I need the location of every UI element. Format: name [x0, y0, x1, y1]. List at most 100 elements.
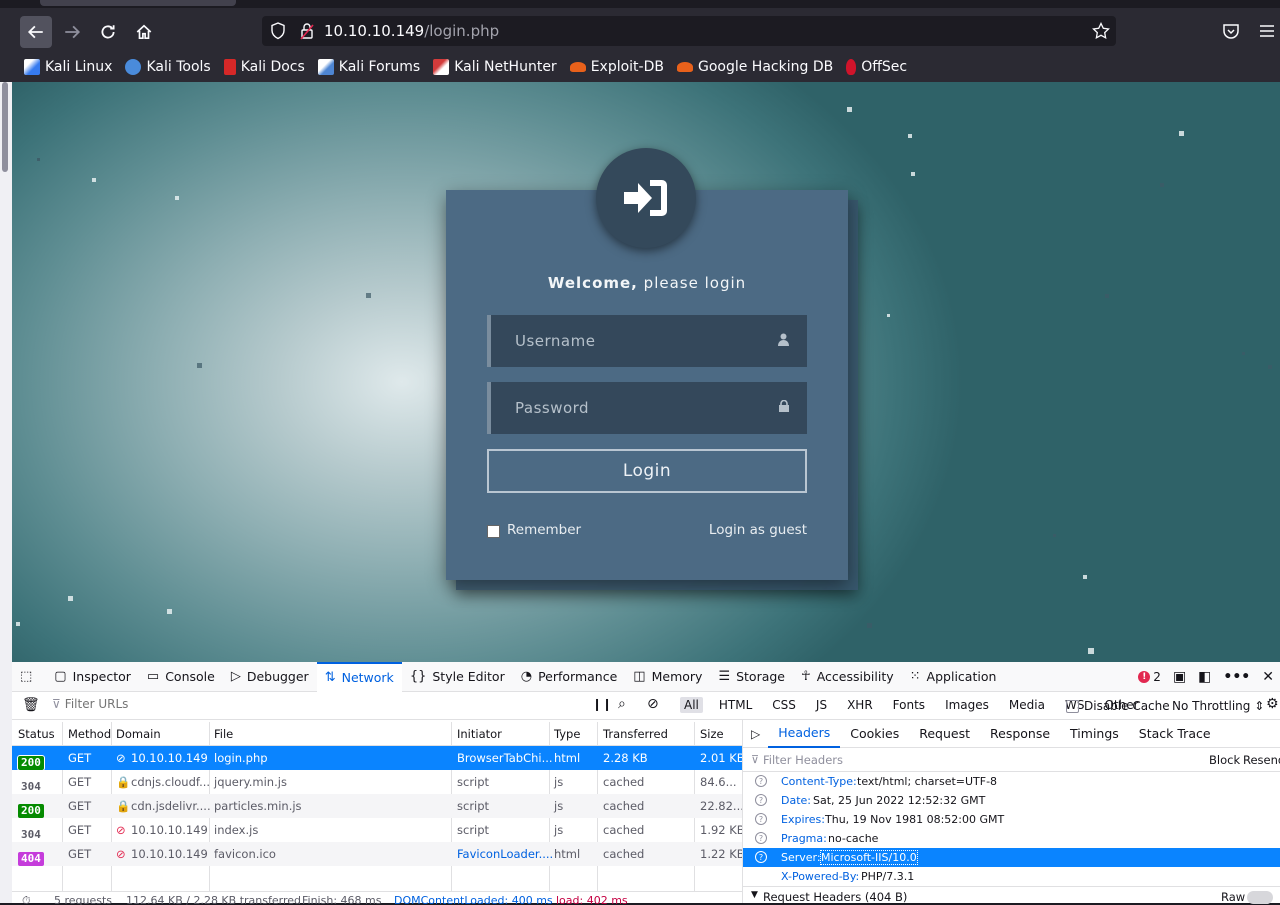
- tab-console[interactable]: ▭ Console: [139, 662, 223, 692]
- request-row[interactable]: 200 GET 🔒 cdn.jsdelivr.... particles.min…: [12, 794, 744, 818]
- block-button[interactable]: Block: [1209, 753, 1240, 767]
- block-icon[interactable]: ⊘: [647, 696, 659, 712]
- username-field[interactable]: [487, 315, 807, 367]
- col-size[interactable]: Size: [700, 727, 724, 741]
- settings-gear-icon[interactable]: ⚙: [1266, 696, 1279, 712]
- tab-request[interactable]: Request: [909, 720, 980, 748]
- filter-urls[interactable]: ⊽: [52, 697, 225, 711]
- bookmark-kali-tools[interactable]: Kali Tools: [125, 59, 211, 75]
- bookmark-offsec[interactable]: OffSec: [846, 59, 907, 75]
- checkbox[interactable]: [487, 525, 500, 538]
- url-text[interactable]: 10.10.10.149/login.php: [324, 22, 499, 40]
- tab-storage[interactable]: ☰ Storage: [710, 662, 793, 692]
- tab-style-editor[interactable]: {} Style Editor: [402, 662, 513, 692]
- col-initiator[interactable]: Initiator: [457, 727, 502, 741]
- col-transferred[interactable]: Transferred: [603, 727, 668, 741]
- filter-media[interactable]: Media: [1005, 697, 1049, 713]
- tab-accessibility[interactable]: ☥ Accessibility: [793, 662, 902, 692]
- bookmark-google-hacking-db[interactable]: Google Hacking DB: [676, 59, 833, 75]
- bookmark-exploit-db[interactable]: Exploit-DB: [569, 59, 664, 75]
- url-bar[interactable]: 10.10.10.149/login.php: [262, 16, 1116, 46]
- request-row[interactable]: 404 GET ⊘ 10.10.10.149 favicon.ico Favic…: [12, 842, 745, 866]
- col-type[interactable]: Type: [554, 727, 580, 741]
- bookmark-kali-docs[interactable]: Kali Docs: [223, 59, 305, 75]
- tab-stack-trace[interactable]: Stack Trace: [1129, 720, 1221, 748]
- tab-debugger[interactable]: ▷ Debugger: [223, 662, 317, 692]
- sidebar-scrollbar[interactable]: [0, 82, 12, 903]
- scrollbar-thumb[interactable]: [2, 82, 8, 172]
- checkbox[interactable]: [1066, 699, 1079, 713]
- home-button[interactable]: [128, 16, 160, 48]
- login-as-guest-link[interactable]: Login as guest: [672, 522, 807, 538]
- filter-urls-input[interactable]: [64, 697, 225, 711]
- tab-cookies[interactable]: Cookies: [840, 720, 909, 748]
- help-icon[interactable]: ?: [755, 813, 767, 825]
- filter-css[interactable]: CSS: [768, 697, 800, 713]
- hamburger-menu-icon[interactable]: [1258, 22, 1276, 40]
- password-input[interactable]: [491, 382, 807, 434]
- login-button[interactable]: Login: [487, 449, 807, 493]
- response-header-row-selected[interactable]: ? Server: Microsoft-IIS/10.0: [743, 848, 1280, 867]
- help-icon[interactable]: ?: [755, 832, 767, 844]
- more-options-icon[interactable]: •••: [1223, 669, 1250, 685]
- bookmark-kali-forums[interactable]: Kali Forums: [317, 59, 420, 75]
- back-button[interactable]: [20, 16, 52, 48]
- password-field[interactable]: [487, 382, 807, 434]
- filter-xhr[interactable]: XHR: [843, 697, 877, 713]
- response-header-row[interactable]: ? Content-Type: text/html; charset=UTF-8: [743, 772, 1280, 791]
- col-domain[interactable]: Domain: [116, 727, 161, 741]
- filter-fonts[interactable]: Fonts: [889, 697, 929, 713]
- request-initiator[interactable]: FaviconLoader....: [457, 847, 553, 861]
- response-header-row[interactable]: ? Pragma: no-cache: [743, 829, 1280, 848]
- toggle-sidebar-icon[interactable]: ▷: [743, 727, 768, 741]
- request-headers-section[interactable]: ▼ Request Headers (404 B) Raw: [743, 886, 1280, 904]
- col-file[interactable]: File: [214, 727, 233, 741]
- active-tab[interactable]: [40, 0, 236, 6]
- throttling-select[interactable]: No Throttling ⇕: [1172, 699, 1264, 713]
- reload-button[interactable]: [92, 16, 124, 48]
- responsive-design-icon[interactable]: ▣: [1173, 669, 1186, 685]
- insecure-lock-icon[interactable]: [300, 22, 314, 40]
- request-row[interactable]: 304 GET 🔒 cdnjs.cloudf... jquery.min.js …: [12, 770, 742, 794]
- filter-headers[interactable]: ⊽ Filter Headers Block Resend: [743, 748, 1280, 772]
- help-icon[interactable]: ?: [755, 851, 767, 863]
- request-row[interactable]: 200 GET ⊘ 10.10.10.149 login.php Browser…: [12, 746, 745, 771]
- tab-network[interactable]: ⇅ Network: [316, 661, 402, 692]
- trash-icon[interactable]: 🗑: [22, 697, 40, 713]
- remember-checkbox[interactable]: Remember: [487, 522, 581, 538]
- username-input[interactable]: [491, 315, 807, 367]
- filter-html[interactable]: HTML: [715, 697, 756, 713]
- help-icon[interactable]: ?: [755, 775, 767, 787]
- filter-headers-placeholder[interactable]: Filter Headers: [763, 753, 843, 767]
- response-header-row[interactable]: ? Date: Sat, 25 Jun 2022 12:52:32 GMT: [743, 791, 1280, 810]
- response-header-row[interactable]: X-Powered-By: PHP/7.3.1: [743, 867, 1280, 886]
- forward-button[interactable]: [56, 16, 88, 48]
- tab-memory[interactable]: ◫ Memory: [625, 662, 710, 692]
- bookmark-kali-nethunter[interactable]: Kali NetHunter: [433, 59, 557, 75]
- resend-button[interactable]: Resend: [1243, 753, 1280, 767]
- tab-timings[interactable]: Timings: [1060, 720, 1129, 748]
- request-row[interactable]: 304 GET ⊘ 10.10.10.149 index.js script j…: [12, 818, 745, 842]
- pocket-icon[interactable]: [1222, 22, 1240, 40]
- filter-all[interactable]: All: [680, 697, 703, 713]
- filter-images[interactable]: Images: [941, 697, 993, 713]
- filter-js[interactable]: JS: [812, 697, 831, 713]
- shield-icon[interactable]: [270, 22, 286, 40]
- tab-response[interactable]: Response: [980, 720, 1060, 748]
- search-icon[interactable]: ⌕: [618, 696, 626, 712]
- close-icon[interactable]: ✕: [1262, 669, 1274, 685]
- bookmark-kali-linux[interactable]: Kali Linux: [24, 59, 112, 75]
- tab-performance[interactable]: ◔ Performance: [513, 662, 626, 692]
- disable-cache-checkbox[interactable]: Disable Cache: [1066, 699, 1170, 713]
- error-count[interactable]: ! 2: [1138, 670, 1161, 684]
- tab-headers[interactable]: Headers: [768, 720, 841, 748]
- response-header-row[interactable]: ? Expires: Thu, 19 Nov 1981 08:52:00 GMT: [743, 810, 1280, 829]
- element-picker-button[interactable]: ⬚: [12, 662, 46, 692]
- pause-icon[interactable]: ❙❙: [592, 697, 612, 711]
- help-icon[interactable]: ?: [755, 794, 767, 806]
- tab-inspector[interactable]: ▢ Inspector: [46, 662, 139, 692]
- raw-toggle[interactable]: [1247, 891, 1273, 904]
- star-bookmark-icon[interactable]: [1092, 22, 1110, 40]
- col-status[interactable]: Status: [18, 727, 55, 741]
- tab-application[interactable]: ⁙ Application: [902, 662, 1005, 692]
